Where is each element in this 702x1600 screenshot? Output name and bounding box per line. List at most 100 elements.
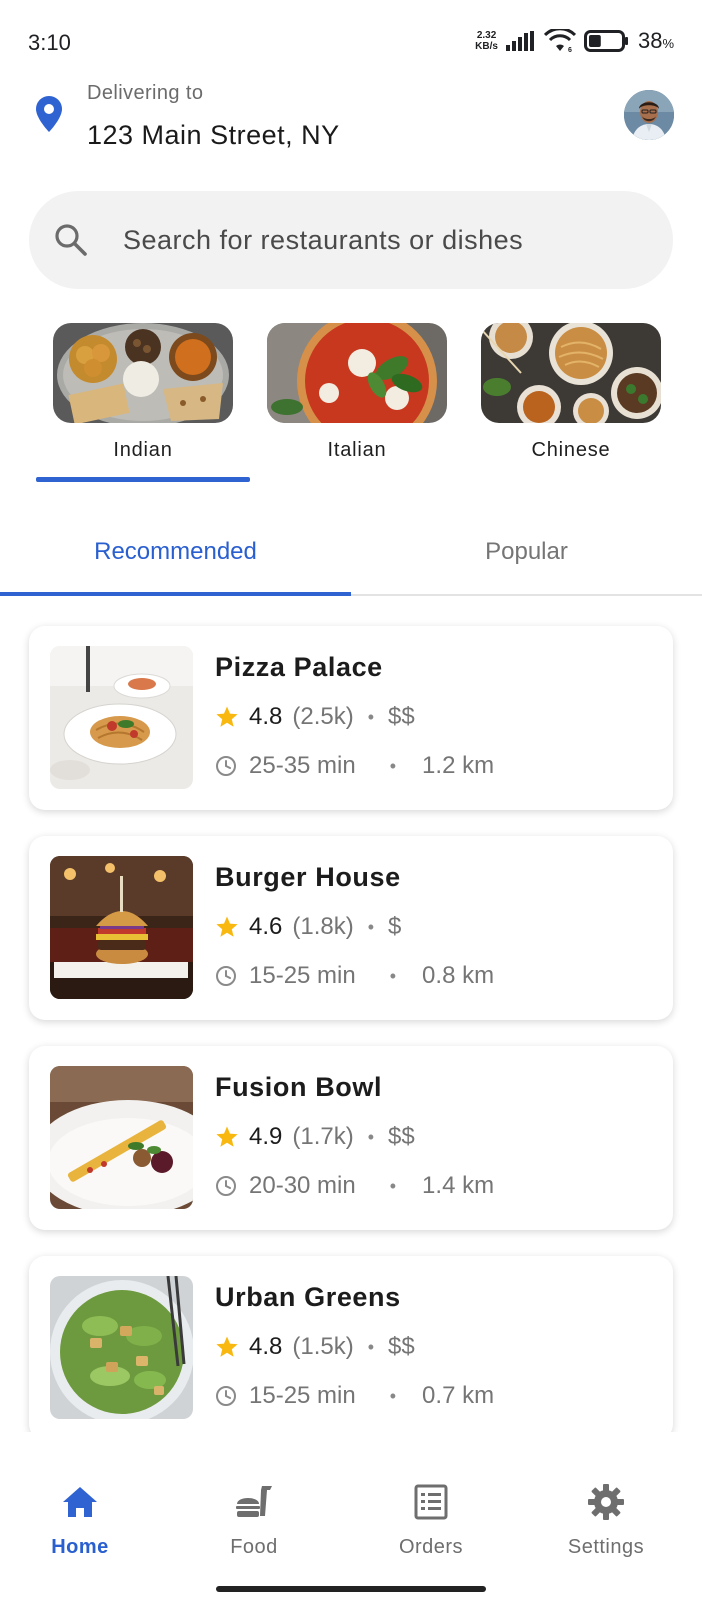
network-speed-value: 2.32: [476, 30, 497, 41]
distance: 0.7 km: [422, 1382, 495, 1409]
app-screen: 3:10 2.32 KB/s 6 38% Delivering to 123 M…: [0, 0, 702, 1600]
review-count: (1.5k): [292, 1333, 354, 1360]
battery-percentage: 38%: [638, 28, 674, 54]
nav-settings[interactable]: Settings: [526, 1482, 686, 1559]
category-indian-image: [53, 323, 233, 423]
battery-percentage-symbol: %: [662, 36, 674, 51]
separator-dot: •: [367, 706, 375, 727]
price-level: $: [388, 913, 402, 940]
nav-label: Orders: [398, 1536, 464, 1558]
restaurant-name: Fusion Bowl: [215, 1072, 383, 1102]
rating-row: 4.8 (1.5k) • $$: [215, 1333, 415, 1361]
location-pin-icon: [36, 96, 62, 132]
status-icons: 2.32 KB/s 6 38%: [475, 28, 674, 54]
restaurant-image: [50, 1066, 193, 1209]
distance: 1.4 km: [422, 1172, 495, 1199]
delivery-meta-row: 25-35 min • 1.2 km: [215, 752, 494, 780]
distance: 0.8 km: [422, 962, 495, 989]
battery-icon: [583, 30, 628, 52]
category-chinese-image: [481, 323, 661, 423]
food-icon: [236, 1486, 272, 1517]
restaurant-card[interactable]: Burger House 4.6 (1.8k) • $ 15-25 min • …: [29, 836, 673, 1020]
rating-value: 4.9: [249, 1123, 283, 1150]
star-icon: [216, 916, 238, 937]
category-indian[interactable]: Indian: [53, 323, 233, 462]
clock-icon: [216, 966, 236, 986]
tab-recommended[interactable]: Recommended: [0, 510, 351, 596]
restaurant-card[interactable]: Urban Greens 4.8 (1.5k) • $$ 15-25 min •…: [29, 1256, 673, 1432]
rating-row: 4.9 (1.7k) • $$: [215, 1123, 415, 1151]
separator-dot: •: [367, 916, 375, 937]
search-input[interactable]: [121, 191, 641, 289]
search-bar[interactable]: [29, 191, 673, 289]
restaurant-list[interactable]: Pizza Palace 4.8 (2.5k) • $$ 25-35 min •…: [0, 598, 702, 1432]
star-icon: [216, 1126, 238, 1147]
restaurant-image: [50, 646, 193, 789]
separator-dot: •: [367, 1336, 375, 1357]
profile-photo: [624, 90, 674, 140]
star-icon: [216, 706, 238, 727]
rating-row: 4.6 (1.8k) • $: [215, 913, 401, 941]
restaurant-name: Urban Greens: [215, 1282, 401, 1312]
clock-icon: [216, 1176, 236, 1196]
category-italian[interactable]: Italian: [267, 323, 447, 462]
status-time: 3:10: [28, 30, 71, 55]
delivery-time: 25-35 min: [249, 752, 356, 779]
home-icon: [63, 1487, 97, 1517]
orders-icon: [414, 1484, 448, 1520]
review-count: (1.8k): [292, 913, 354, 940]
category-chinese[interactable]: Chinese: [481, 323, 661, 462]
avatar[interactable]: [624, 90, 674, 140]
status-bar: 3:10 2.32 KB/s 6 38%: [0, 0, 702, 80]
tab-active-indicator: [0, 592, 351, 596]
tab-popular[interactable]: Popular: [351, 510, 702, 596]
nav-label: Home: [51, 1536, 109, 1558]
restaurant-card[interactable]: Fusion Bowl 4.9 (1.7k) • $$ 20-30 min • …: [29, 1046, 673, 1230]
network-speed-unit: KB/s: [475, 41, 498, 52]
clock-icon: [216, 1386, 236, 1406]
wifi-icon: 6: [543, 29, 576, 53]
network-speed: 2.32 KB/s: [475, 30, 498, 52]
review-count: (1.7k): [292, 1123, 354, 1150]
separator-dot: •: [389, 965, 397, 986]
nav-label: Food: [230, 1536, 278, 1558]
search-icon: [55, 224, 87, 256]
delivery-time: 20-30 min: [249, 1172, 356, 1199]
settings-icon: [588, 1484, 624, 1520]
battery-percentage-value: 38: [637, 28, 663, 53]
delivery-address[interactable]: 123 Main Street, NY: [87, 120, 340, 151]
rating-value: 4.8: [249, 703, 283, 730]
separator-dot: •: [389, 1385, 397, 1406]
nav-orders[interactable]: Orders: [351, 1482, 511, 1559]
delivery-time: 15-25 min: [249, 1382, 356, 1409]
restaurant-name: Pizza Palace: [215, 652, 383, 682]
nav-label: Settings: [567, 1536, 645, 1558]
separator-dot: •: [367, 1126, 375, 1147]
price-level: $$: [388, 703, 415, 730]
star-icon: [216, 1336, 238, 1357]
distance: 1.2 km: [422, 752, 495, 779]
delivering-to-label: Delivering to: [87, 82, 204, 104]
home-gesture-bar[interactable]: [216, 1586, 486, 1592]
category-selection-indicator: [36, 477, 250, 482]
delivery-meta-row: 15-25 min • 0.8 km: [215, 962, 494, 990]
category-label: Chinese: [531, 439, 611, 461]
tab-bar: Recommended Popular: [0, 510, 702, 596]
svg-text:6: 6: [568, 47, 572, 53]
nav-home[interactable]: Home: [0, 1482, 160, 1559]
separator-dot: •: [389, 1175, 397, 1196]
delivery-meta-row: 20-30 min • 1.4 km: [215, 1172, 494, 1200]
nav-food[interactable]: Food: [174, 1482, 334, 1559]
rating-value: 4.8: [249, 1333, 283, 1360]
restaurant-card[interactable]: Pizza Palace 4.8 (2.5k) • $$ 25-35 min •…: [29, 626, 673, 810]
category-italian-image: [267, 323, 447, 423]
rating-row: 4.8 (2.5k) • $$: [215, 703, 415, 731]
cellular-signal-icon: [505, 31, 534, 51]
category-label: Italian: [327, 439, 387, 461]
delivery-meta-row: 15-25 min • 0.7 km: [215, 1382, 494, 1410]
price-level: $$: [388, 1123, 415, 1150]
separator-dot: •: [389, 755, 397, 776]
delivery-header[interactable]: Delivering to 123 Main Street, NY: [0, 80, 702, 180]
rating-value: 4.6: [249, 913, 283, 940]
category-label: Indian: [113, 439, 173, 461]
